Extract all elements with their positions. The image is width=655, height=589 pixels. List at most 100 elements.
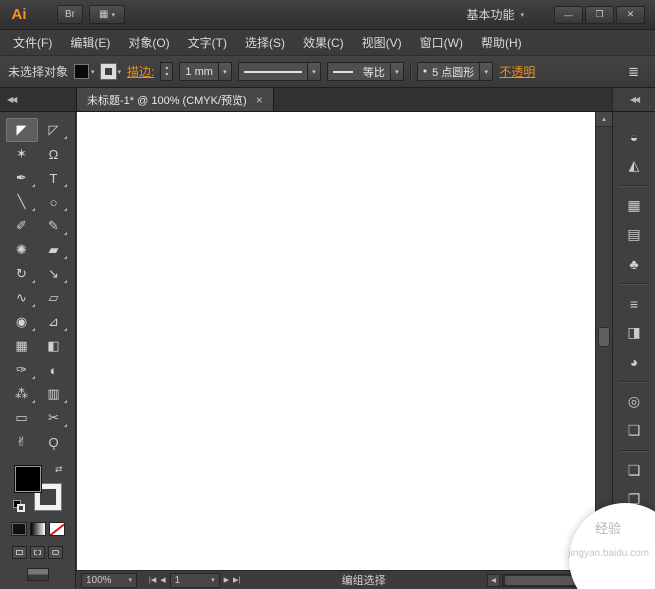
eyedropper-tool[interactable]: ✑ [6,358,38,382]
opacity-panel-link[interactable]: 不透明 [499,63,535,80]
pencil-tool[interactable]: ✎ [38,214,70,238]
stroke-width-stepper[interactable]: ▴ ▾ [160,62,174,81]
hand-tool[interactable]: ✌ [6,430,38,454]
draw-normal-button[interactable] [12,546,27,559]
close-button[interactable]: ✕ [616,5,645,24]
brush-definition-dropdown[interactable]: ● 5 点圆形 ▾ [416,62,494,81]
default-fill-stroke-button[interactable] [12,500,25,512]
perspective-grid-tool[interactable]: ⊿ [38,310,70,334]
menu-object[interactable]: 对象(O) [119,30,178,56]
control-panel-menu-icon[interactable]: ≣ [628,64,639,80]
menu-effect[interactable]: 效果(C) [294,30,353,56]
draw-behind-button[interactable] [30,546,45,559]
illustrator-window: Ai Br ▦ ▾ 基本功能 ▾ — ❐ ✕ 文件(F) 编辑(E) 对象(O)… [0,0,655,589]
last-artboard-button[interactable]: ▶| [233,576,240,584]
menu-bar: 文件(F) 编辑(E) 对象(O) 文字(T) 选择(S) 效果(C) 视图(V… [0,30,655,56]
stroke-width-dropdown[interactable]: 1 mm ▾ [179,62,232,81]
stroke-style-dropdown[interactable]: ▾ [237,62,321,81]
fill-stroke-indicator: ⇄ [12,464,63,512]
magic-wand-tool[interactable]: ✶ [6,142,38,166]
width-tool[interactable]: ∿ [6,286,38,310]
none-button[interactable] [48,522,65,536]
appearance-panel-icon[interactable]: ◎ [613,387,655,416]
selection-tool[interactable]: ◤ [5,118,38,142]
chevron-down-icon: ▾ [128,577,132,584]
width-profile-dropdown[interactable]: 等比 ▾ [326,62,404,81]
stroke-swatch-control[interactable]: ▾ [99,63,122,80]
right-panel-collapse-button[interactable]: ◀◀ [612,88,655,111]
lasso-tool[interactable]: Ω [38,142,70,166]
maximize-button[interactable]: ❐ [585,5,614,24]
slice-tool[interactable]: ✂ [38,406,70,430]
status-tool-label: 编组选择 [341,575,386,587]
tab-close-icon[interactable]: × [256,93,263,107]
zoom-tool[interactable]: Ǫ [38,430,70,454]
draw-inside-button[interactable] [48,546,63,559]
fill-color-well[interactable] [14,466,41,492]
menu-view[interactable]: 视图(V) [353,30,411,56]
swap-fill-stroke-icon[interactable]: ⇄ [55,464,63,475]
arrange-documents-button[interactable]: ▦ ▾ [89,5,125,24]
swatches-panel-icon[interactable]: ▦ [613,191,655,220]
ellipse-tool[interactable]: ○ [38,190,70,214]
color-button[interactable] [10,522,27,536]
paintbrush-tool[interactable]: ✐ [6,214,38,238]
next-artboard-button[interactable]: ▶ [224,576,229,584]
bridge-button[interactable]: Br [57,5,83,24]
menu-select[interactable]: 选择(S) [236,30,294,56]
pen-tool[interactable]: ✒ [6,166,38,190]
mesh-tool[interactable]: ▦ [6,334,38,358]
artboard-number-value: 1 [174,574,181,586]
artboard-canvas[interactable] [77,112,595,570]
rotate-tool[interactable]: ↻ [6,262,38,286]
gradient-tool[interactable]: ◧ [38,334,70,358]
document-tab[interactable]: 未标题-1* @ 100% (CMYK/预览) × [76,88,274,111]
artboard-tool[interactable]: ▭ [6,406,38,430]
workspace-switcher[interactable]: 基本功能 ▾ [462,6,528,23]
color-guide-panel-icon[interactable]: ◭ [613,151,655,180]
blend-tool[interactable]: ◐ [38,358,70,382]
symbols-panel-icon[interactable]: ♣ [613,249,655,278]
blob-brush-tool[interactable]: ✺ [6,238,38,262]
fill-swatch-control[interactable]: ▾ [74,64,95,79]
chevron-down-icon: ▾ [389,63,403,80]
stroke-panel-link[interactable]: 描边: [127,63,154,80]
menu-file[interactable]: 文件(F) [4,30,61,56]
color-panel-icon[interactable]: ◒ [613,122,655,151]
menu-help[interactable]: 帮助(H) [472,30,531,56]
gradient-button[interactable] [29,522,46,536]
layers-panel-icon[interactable]: ❏ [613,456,655,485]
stroke-width-value: 1 mm [185,65,213,78]
zoom-level-dropdown[interactable]: 100% ▾ [81,572,137,588]
artboard-number-dropdown[interactable]: 1 ▾ [169,572,220,588]
scroll-left-icon[interactable]: ◀ [487,573,500,587]
transparency-panel-icon[interactable]: ◕ [613,347,655,376]
eraser-tool[interactable]: ▰ [38,238,70,262]
gradient-panel-icon[interactable]: ◨ [613,318,655,347]
type-tool[interactable]: T [38,166,70,190]
stroke-panel-icon[interactable]: ≡ [613,289,655,318]
direct-selection-tool[interactable]: ◸ [38,118,70,142]
scroll-up-icon[interactable]: ▴ [596,112,612,127]
vertical-scrollbar[interactable]: ▴ ▾ [595,112,612,570]
line-segment-tool[interactable]: ╲ [6,190,38,214]
vertical-scrollbar-thumb[interactable] [598,327,610,347]
menu-type[interactable]: 文字(T) [179,30,236,56]
fill-swatch-icon [74,64,90,79]
free-transform-tool[interactable]: ▱ [38,286,70,310]
scale-tool[interactable]: ↘ [38,262,70,286]
horizontal-scrollbar-thumb[interactable] [505,575,577,585]
shape-builder-tool[interactable]: ◉ [6,310,38,334]
tools-panel-collapse-button[interactable]: ◀◀ [0,88,76,111]
menu-window[interactable]: 窗口(W) [411,30,472,56]
column-graph-tool[interactable]: ▥ [38,382,70,406]
previous-artboard-button[interactable]: ◀ [160,576,165,584]
chevron-down-icon: ▾ [117,68,122,76]
graphic-styles-panel-icon[interactable]: ❑ [613,416,655,445]
minimize-button[interactable]: — [554,5,583,24]
symbol-sprayer-tool[interactable]: ⁂ [6,382,38,406]
screen-mode-button[interactable] [26,568,49,581]
first-artboard-button[interactable]: |◀ [149,576,156,584]
menu-edit[interactable]: 编辑(E) [61,30,119,56]
brushes-panel-icon[interactable]: ▤ [613,220,655,249]
